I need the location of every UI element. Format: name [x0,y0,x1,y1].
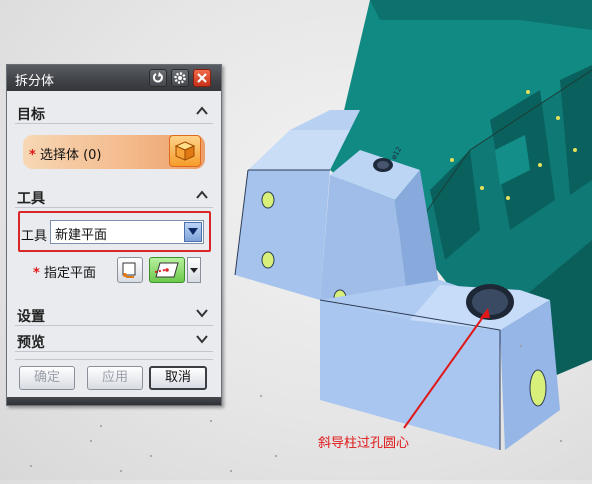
chevron-up-icon[interactable] [195,188,209,202]
tool-option-value: 新建平面 [55,228,108,243]
section-settings-title: 设置 [17,309,45,325]
dialog-bottom-bar [7,397,221,405]
plane-icon [154,262,179,278]
split-body-dialog: 拆分体 目标 * 选择体 (0) 工具 工具 新建平面 * 指定平面 设置 预览… [6,64,222,406]
plane-dialog-button[interactable] [117,257,143,283]
cube-icon [174,141,196,161]
select-body-button[interactable] [169,135,201,167]
section-target-title: 目标 [17,107,45,123]
close-icon[interactable] [193,69,211,87]
section-tool-title: 工具 [17,191,45,207]
footer-divider [15,359,213,360]
specify-plane-label: 指定平面 [43,266,96,281]
chevron-down-icon [190,268,198,273]
cancel-button[interactable]: 取消 [149,366,207,390]
ok-button[interactable]: 确定 [19,366,75,390]
required-mark: * [33,266,40,281]
select-body-label: 选择体 (0) [39,148,102,163]
annotation-label: 斜导柱过孔圆心 [318,436,410,451]
apply-button[interactable]: 应用 [87,366,143,390]
tool-option-select[interactable]: 新建平面 [50,220,204,244]
plane-options-dropdown[interactable] [187,257,201,283]
undo-icon[interactable] [149,69,167,87]
inferred-plane-button[interactable] [149,257,185,283]
section-preview-header[interactable]: 预览 [15,329,213,352]
section-target-header[interactable]: 目标 [15,101,213,124]
dialog-title: 拆分体 [15,74,55,89]
dialog-titlebar[interactable]: 拆分体 [7,65,221,91]
section-settings-header[interactable]: 设置 [15,303,213,326]
gear-icon[interactable] [171,69,189,87]
chevron-down-icon[interactable] [184,222,202,242]
chevron-down-icon[interactable] [195,306,209,320]
section-preview-title: 预览 [17,335,45,351]
required-mark: * [29,148,36,163]
plane-dialog-icon [122,262,136,278]
chevron-up-icon[interactable] [195,104,209,118]
section-tool-header[interactable]: 工具 [15,185,213,208]
tool-label: 工具 [21,229,47,244]
chevron-down-icon[interactable] [195,332,209,346]
